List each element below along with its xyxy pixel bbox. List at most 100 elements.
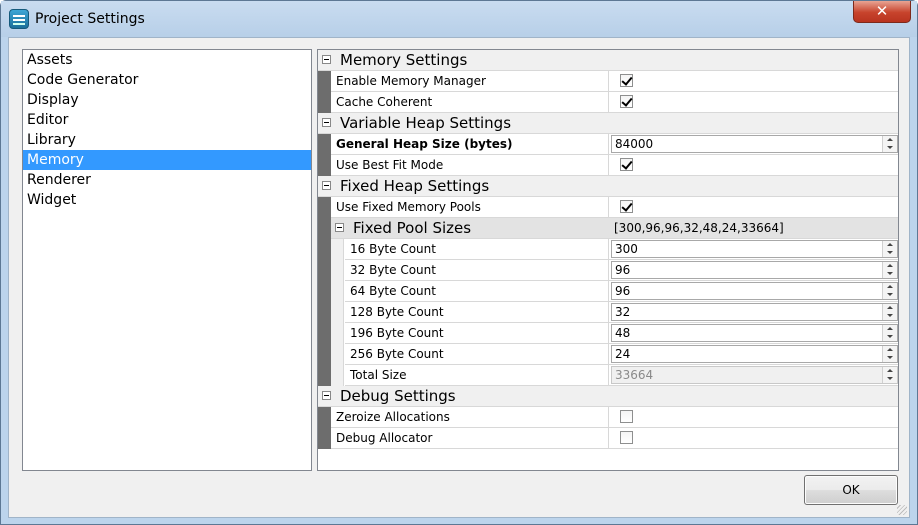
category-label: Fixed Heap Settings xyxy=(340,177,490,195)
input-value: 32 xyxy=(615,305,631,319)
input-value: 33664 xyxy=(615,368,654,382)
category-debug-settings[interactable]: Debug Settings xyxy=(318,386,898,407)
row-gutter xyxy=(318,197,331,218)
collapse-icon[interactable] xyxy=(335,223,344,232)
input-value: 24 xyxy=(615,347,631,361)
byte-count-32-input[interactable]: 96 xyxy=(611,261,898,279)
property-grid: Memory Settings Enable Memory Manager Ca… xyxy=(317,49,899,471)
resize-grip-icon[interactable] xyxy=(897,505,907,515)
spin-arrows-icon[interactable] xyxy=(882,283,897,299)
byte-count-128-input[interactable]: 32 xyxy=(611,303,898,321)
category-item-memory[interactable]: Memory xyxy=(23,150,311,170)
category-item-code-generator[interactable]: Code Generator xyxy=(23,70,311,90)
byte-count-16-input[interactable]: 300 xyxy=(611,240,898,258)
property-name: Cache Coherent xyxy=(331,92,609,113)
category-memory-settings[interactable]: Memory Settings xyxy=(318,50,898,71)
subcategory-fixed-pool-sizes[interactable]: Fixed Pool Sizes [300,96,96,32,48,24,336… xyxy=(318,218,898,239)
row-gutter xyxy=(318,344,331,365)
property-value: 96 xyxy=(609,260,898,281)
row-gutter xyxy=(318,428,331,449)
spin-arrows-icon[interactable] xyxy=(882,262,897,278)
subcategory-label: Fixed Pool Sizes xyxy=(353,219,472,237)
property-row: Use Best Fit Mode xyxy=(318,155,898,176)
property-value xyxy=(609,428,898,449)
category-fixed-heap-settings[interactable]: Fixed Heap Settings xyxy=(318,176,898,197)
category-item-library[interactable]: Library xyxy=(23,130,311,150)
property-row: Total Size 33664 xyxy=(318,365,898,386)
property-name: Use Best Fit Mode xyxy=(331,155,609,176)
row-gutter xyxy=(318,407,331,428)
property-row: 196 Byte Count 48 xyxy=(318,323,898,344)
spin-arrows-icon[interactable] xyxy=(882,136,897,152)
byte-count-196-input[interactable]: 48 xyxy=(611,324,898,342)
property-name: 128 Byte Count xyxy=(345,302,609,323)
category-item-renderer[interactable]: Renderer xyxy=(23,170,311,190)
enable-memory-manager-checkbox[interactable] xyxy=(620,74,633,87)
row-gutter xyxy=(331,365,344,386)
close-button[interactable]: ✕ xyxy=(853,1,911,23)
byte-count-64-input[interactable]: 96 xyxy=(611,282,898,300)
spin-arrows-icon[interactable] xyxy=(882,325,897,341)
row-gutter xyxy=(318,71,331,92)
subcategory-header[interactable]: Fixed Pool Sizes xyxy=(331,218,609,239)
collapse-icon[interactable] xyxy=(322,391,331,400)
property-name: Debug Allocator xyxy=(331,428,609,449)
use-fixed-pools-checkbox[interactable] xyxy=(620,200,633,213)
close-icon: ✕ xyxy=(875,2,889,20)
ok-button[interactable]: OK xyxy=(804,475,898,505)
category-label: Debug Settings xyxy=(340,387,456,405)
collapse-icon[interactable] xyxy=(322,181,331,190)
debug-allocator-checkbox[interactable] xyxy=(620,431,633,444)
property-value xyxy=(609,92,898,113)
row-gutter xyxy=(318,281,331,302)
property-name: 64 Byte Count xyxy=(345,281,609,302)
property-row: Debug Allocator xyxy=(318,428,898,449)
spin-arrows-icon[interactable] xyxy=(882,304,897,320)
title-bar[interactable]: Project Settings ✕ xyxy=(1,1,917,37)
category-list[interactable]: Assets Code Generator Display Editor Lib… xyxy=(22,49,312,471)
property-value xyxy=(609,407,898,428)
category-label: Memory Settings xyxy=(340,51,468,69)
row-gutter xyxy=(318,239,331,260)
collapse-icon[interactable] xyxy=(322,118,331,127)
category-item-display[interactable]: Display xyxy=(23,90,311,110)
category-item-assets[interactable]: Assets xyxy=(23,50,311,70)
subcategory-value: [300,96,96,32,48,24,33664] xyxy=(609,218,898,239)
property-value xyxy=(609,71,898,92)
property-name: Use Fixed Memory Pools xyxy=(331,197,609,218)
input-value: 84000 xyxy=(615,137,654,151)
property-value: 33664 xyxy=(609,365,898,386)
row-gutter xyxy=(318,134,331,155)
category-variable-heap-settings[interactable]: Variable Heap Settings xyxy=(318,113,898,134)
property-name: 196 Byte Count xyxy=(345,323,609,344)
zeroize-allocations-checkbox[interactable] xyxy=(620,410,633,423)
spin-arrows-icon[interactable] xyxy=(882,346,897,362)
property-value: 96 xyxy=(609,281,898,302)
row-gutter xyxy=(331,281,344,302)
property-value: 84000 xyxy=(609,134,898,155)
general-heap-size-input[interactable]: 84000 xyxy=(611,135,898,153)
property-row: Enable Memory Manager xyxy=(318,71,898,92)
spin-arrows-icon[interactable] xyxy=(882,241,897,257)
byte-count-256-input[interactable]: 24 xyxy=(611,345,898,363)
row-gutter xyxy=(318,155,331,176)
property-name: 256 Byte Count xyxy=(345,344,609,365)
total-size-input: 33664 xyxy=(611,366,898,384)
category-item-editor[interactable]: Editor xyxy=(23,110,311,130)
property-row: 256 Byte Count 24 xyxy=(318,344,898,365)
property-value xyxy=(609,155,898,176)
cache-coherent-checkbox[interactable] xyxy=(620,95,633,108)
use-best-fit-checkbox[interactable] xyxy=(620,158,633,171)
spin-arrows-icon xyxy=(882,367,897,383)
property-name: General Heap Size (bytes) xyxy=(331,134,609,155)
dialog-body: Assets Code Generator Display Editor Lib… xyxy=(8,37,910,518)
property-value: 300 xyxy=(609,239,898,260)
project-settings-window: Project Settings ✕ Assets Code Generator… xyxy=(0,0,918,525)
row-gutter xyxy=(331,239,344,260)
collapse-icon[interactable] xyxy=(322,55,331,64)
row-gutter xyxy=(318,218,331,239)
row-gutter xyxy=(318,92,331,113)
category-item-widget[interactable]: Widget xyxy=(23,190,311,210)
input-value: 300 xyxy=(615,242,638,256)
property-row: General Heap Size (bytes) 84000 xyxy=(318,134,898,155)
